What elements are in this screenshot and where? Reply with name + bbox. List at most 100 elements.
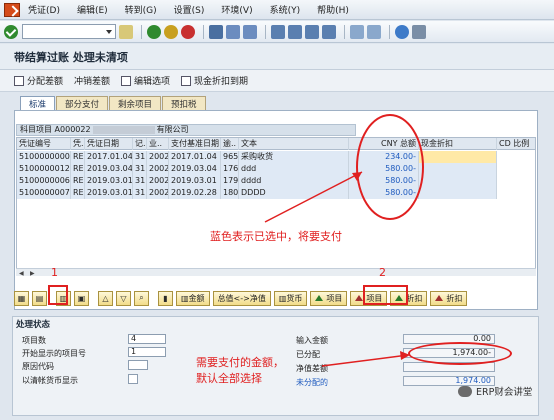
cd-rate (497, 151, 535, 163)
toolbar-separator (389, 24, 390, 39)
previous-page-icon[interactable] (288, 24, 302, 39)
find-next-icon[interactable] (243, 24, 257, 39)
business-area: 2002 (149, 175, 169, 187)
gross-net-button[interactable]: 总值<->净值 (212, 290, 271, 306)
doc-type: RE (73, 175, 85, 187)
reason-code-input[interactable] (128, 360, 148, 370)
step-one-number: 1 (51, 266, 58, 279)
menu-settings[interactable]: 设置(S) (174, 3, 205, 16)
horizontal-scrollbar[interactable]: ◀ ▶ (16, 268, 536, 277)
assigned-highlight-ellipse (408, 342, 512, 365)
pay-amount-note-2: 默认全部选择 (196, 372, 262, 385)
reason-code-label: 原因代码 (22, 362, 54, 371)
command-field[interactable] (22, 24, 116, 39)
amount-button-label: 金额 (188, 293, 205, 303)
business-area: 2002 (149, 187, 169, 199)
posting-key: 31 (135, 163, 147, 175)
details-icon[interactable]: ▣ (74, 290, 89, 306)
menu-help[interactable]: 帮助(H) (317, 3, 349, 16)
business-area: 2002 (149, 163, 169, 175)
table-row[interactable]: 5100000012 RE 2019.03.04 31 2002 2019.03… (17, 163, 535, 175)
entered-amount-label: 输入金额 (296, 336, 328, 345)
posting-key: 31 (135, 151, 147, 163)
enter-icon[interactable] (4, 24, 18, 39)
menu-edit[interactable]: 编辑(E) (77, 3, 108, 16)
currency-button[interactable]: ▥ 货币 (273, 290, 308, 306)
first-page-icon[interactable] (271, 24, 285, 39)
deactivate-discount-button[interactable]: 折扣 (430, 290, 468, 306)
table-row[interactable]: 5100000006 RE 2019.03.01 31 2002 2019.03… (17, 175, 535, 187)
doc-number: 5100000007 (19, 187, 71, 199)
start-item-input[interactable]: 1 (128, 347, 166, 357)
menu-goto[interactable]: 转到(G) (125, 3, 157, 16)
step-one-highlight (48, 285, 68, 305)
doc-number: 5100000006 (19, 175, 71, 187)
sap-exit-icon[interactable] (4, 2, 20, 17)
menu-bar: 凭证(D) 编辑(E) 转到(G) 设置(S) 环境(V) 系统(Y) 帮助(H… (0, 0, 554, 20)
activate-items-label: 项目 (326, 293, 343, 303)
save-icon[interactable] (119, 24, 133, 39)
next-page-icon[interactable] (305, 24, 319, 39)
amount-button[interactable]: ▥ 金额 (176, 290, 210, 306)
col-text[interactable]: 文本 (239, 138, 349, 150)
exit-icon[interactable] (164, 24, 178, 39)
help-icon[interactable] (395, 24, 409, 39)
col-cd-rate[interactable]: CD 比例 (497, 138, 535, 150)
search-icon[interactable]: ⌕ (134, 290, 149, 306)
doc-type: RE (73, 187, 85, 199)
col-business-area[interactable]: 业.. (147, 138, 169, 150)
find-icon[interactable] (226, 24, 240, 39)
posting-key: 31 (135, 175, 147, 187)
doc-type: RE (73, 163, 85, 175)
editing-options-button[interactable]: 编辑选项 (121, 74, 170, 87)
toolbar-separator (265, 24, 266, 39)
col-doc-date[interactable]: 凭证日期 (85, 138, 133, 150)
item-text: ddd (239, 163, 349, 175)
clearing-currency-checkbox[interactable] (128, 374, 138, 384)
tab-standard[interactable]: 标准 (20, 96, 56, 110)
customize-layout-icon[interactable] (412, 24, 426, 39)
scroll-left-icon[interactable]: ◀ (19, 270, 24, 277)
account-item-header: 科目项目 A000022 有限公司 (16, 124, 356, 136)
col-baseline-date[interactable]: 支付基准日期 (169, 138, 221, 150)
col-doc-type[interactable]: 凭.. (71, 138, 85, 150)
deselect-all-icon[interactable]: ▤ (32, 290, 47, 306)
print-icon[interactable] (209, 24, 223, 39)
menu-document[interactable]: 凭证(D) (28, 3, 60, 16)
scroll-right-icon[interactable]: ▶ (30, 270, 35, 277)
table-row[interactable]: 5100000000 RE 2017.01.04 31 2002 2017.01… (17, 151, 535, 163)
col-posting-key[interactable]: 记.. (133, 138, 147, 150)
activate-items-button[interactable]: 项目 (310, 290, 348, 306)
shortcut-icon[interactable] (367, 24, 381, 39)
tab-partial-payment[interactable]: 部分支付 (56, 96, 109, 110)
tab-withholding-tax[interactable]: 预扣税 (162, 96, 206, 110)
cash-discount-input[interactable] (419, 187, 497, 199)
step-two-number: 2 (379, 266, 386, 279)
cash-discount-input[interactable] (419, 163, 497, 175)
last-page-icon[interactable] (322, 24, 336, 39)
doc-number: 5100000000 (19, 151, 71, 163)
back-icon[interactable] (147, 24, 161, 39)
new-session-icon[interactable] (350, 24, 364, 39)
filter-icon[interactable]: ▮ (158, 290, 173, 306)
baseline-date: 2019.02.28 (169, 187, 221, 199)
col-overdue-days[interactable]: 逾.. (221, 138, 239, 150)
allocate-difference-button[interactable]: 分配差额 (14, 74, 63, 87)
menu-system[interactable]: 系统(Y) (270, 3, 301, 16)
cancel-icon[interactable] (181, 24, 195, 39)
select-all-icon[interactable]: ▦ (14, 290, 29, 306)
sort-descending-icon[interactable]: ▽ (116, 290, 131, 306)
write-off-difference-button[interactable]: 冲销差额 (74, 74, 110, 87)
cash-discount-due-button[interactable]: 现金折扣到期 (181, 74, 248, 87)
sort-ascending-icon[interactable]: △ (98, 290, 113, 306)
cash-discount-input[interactable] (419, 151, 497, 163)
table-row[interactable]: 5100000007 RE 2019.03.01 31 2002 2019.02… (17, 187, 535, 199)
menu-environment[interactable]: 环境(V) (221, 3, 252, 16)
tab-residual-items[interactable]: 剩余项目 (109, 96, 162, 110)
col-doc-number[interactable]: 凭证编号 (17, 138, 71, 150)
col-cash-discount[interactable]: 现金折扣 (419, 138, 497, 150)
processing-status-title: 处理状态 (16, 320, 51, 330)
net-difference-label: 净值差额 (296, 364, 328, 373)
cash-discount-input[interactable] (419, 175, 497, 187)
baseline-date: 2019.03.01 (169, 175, 221, 187)
